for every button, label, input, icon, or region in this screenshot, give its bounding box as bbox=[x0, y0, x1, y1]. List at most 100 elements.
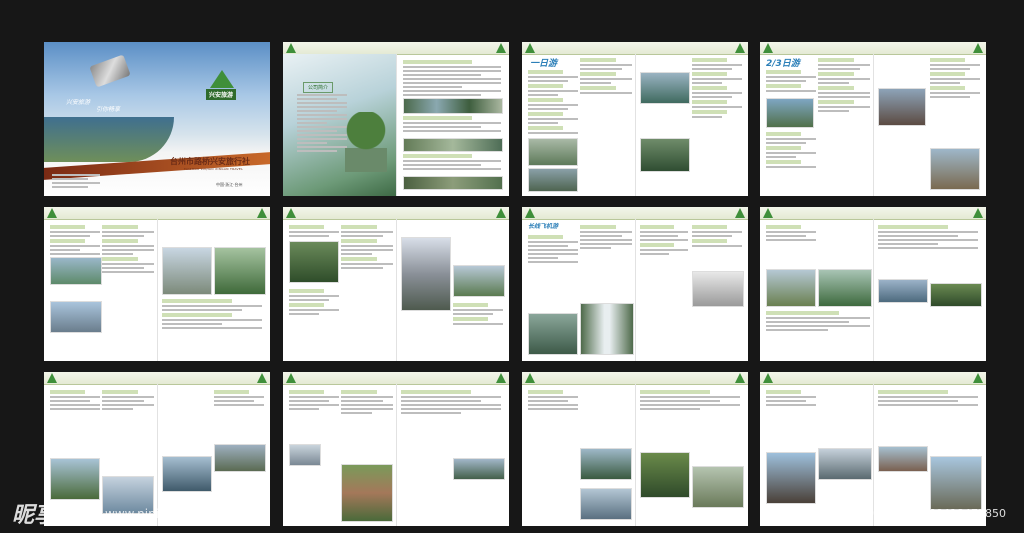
logo-icon bbox=[973, 373, 983, 383]
tour-list bbox=[341, 225, 393, 271]
tour-list bbox=[766, 70, 816, 94]
slogan-right: 引你畅享 bbox=[96, 106, 121, 113]
tour-list bbox=[766, 311, 870, 333]
logo-icon bbox=[525, 43, 535, 53]
company-name-en: TAIZHOU LUQIAO XINGAN TRAVEL bbox=[184, 167, 244, 171]
page-title: 长线飞机游 bbox=[528, 223, 559, 230]
tour-list bbox=[341, 390, 393, 416]
scenic-photo bbox=[50, 257, 102, 285]
forest-photo bbox=[341, 464, 393, 522]
tour-list bbox=[878, 390, 978, 408]
watermark-url: www.nipic.cn bbox=[105, 507, 184, 521]
page-fold bbox=[873, 54, 874, 196]
scenic-photo bbox=[289, 241, 339, 283]
scenic-photo bbox=[50, 458, 100, 500]
scenic-photo bbox=[528, 168, 578, 192]
page-fold bbox=[873, 384, 874, 526]
bridge-photo bbox=[580, 488, 632, 520]
logo-icon bbox=[735, 43, 745, 53]
logo-icon bbox=[525, 208, 535, 218]
long-route-spread: 长线飞机游 bbox=[522, 207, 748, 361]
tour-spread-12 bbox=[760, 372, 986, 526]
scenic-photo bbox=[930, 283, 982, 307]
one-day-spread: 一日游 bbox=[522, 42, 748, 196]
building-photo bbox=[692, 271, 744, 307]
tour-list bbox=[50, 390, 100, 412]
scenic-photo bbox=[640, 72, 690, 104]
tour-list bbox=[930, 58, 980, 100]
cover-back-text bbox=[52, 174, 112, 190]
tree-image bbox=[345, 112, 387, 172]
logo-icon bbox=[47, 373, 57, 383]
pagoda-photo bbox=[766, 452, 816, 504]
intro-article bbox=[403, 116, 501, 134]
watermark-brand: 昵享网 bbox=[12, 503, 79, 528]
scenic-photo bbox=[453, 265, 505, 297]
tour-list bbox=[692, 225, 742, 249]
scenic-photo bbox=[162, 247, 212, 295]
company-location: 中国·浙江·台州 bbox=[216, 182, 243, 187]
tour-list bbox=[289, 390, 339, 412]
logo-icon bbox=[735, 373, 745, 383]
tour-list bbox=[580, 58, 632, 96]
page-title: 2/3日游 bbox=[766, 59, 800, 69]
logo-icon bbox=[763, 373, 773, 383]
scenic-photo bbox=[878, 446, 928, 472]
mountain-photo bbox=[401, 237, 451, 311]
scenic-photo bbox=[528, 138, 578, 166]
intro-article bbox=[403, 60, 501, 98]
logo-icon bbox=[286, 208, 296, 218]
logo-icon bbox=[257, 208, 267, 218]
page-fold bbox=[157, 219, 158, 361]
tour-list bbox=[401, 390, 501, 416]
tour-list bbox=[102, 225, 154, 275]
tour-list bbox=[162, 299, 262, 331]
intro-heading: 公司简介 bbox=[303, 82, 334, 93]
page-fold bbox=[635, 54, 636, 196]
tour-list bbox=[766, 225, 816, 243]
scenic-photo bbox=[766, 98, 814, 128]
scenic-photo bbox=[580, 448, 632, 480]
page-fold bbox=[396, 219, 397, 361]
intro-spread: 公司简介 bbox=[283, 42, 509, 196]
page-fold bbox=[157, 384, 158, 526]
intro-article bbox=[403, 154, 501, 172]
logo-icon bbox=[735, 208, 745, 218]
scenic-photo bbox=[878, 279, 928, 303]
intro-text bbox=[297, 94, 347, 154]
page-fold bbox=[873, 219, 874, 361]
tour-spread-6 bbox=[283, 207, 509, 361]
tour-spread-5 bbox=[44, 207, 270, 361]
cover-spread: 兴安旅游 兴安旅游 引你畅享 台州市路桥兴安旅行社 TAIZHOU LUQIAO… bbox=[44, 42, 270, 196]
scenic-photo bbox=[289, 444, 321, 466]
logo-icon bbox=[763, 208, 773, 218]
tour-list bbox=[878, 225, 978, 251]
scenic-photo bbox=[930, 456, 982, 510]
scenic-photo bbox=[403, 176, 503, 190]
logo-icon bbox=[973, 208, 983, 218]
watermark-id: ID:4325737 NO:20100510100419473850 bbox=[777, 507, 1006, 520]
logo-icon bbox=[47, 208, 57, 218]
tour-spread-11 bbox=[522, 372, 748, 526]
two-three-day-spread: 2/3日游 bbox=[760, 42, 986, 196]
tour-spread-10 bbox=[283, 372, 509, 526]
brand-logo-text: 兴安旅游 bbox=[206, 89, 237, 100]
tour-list bbox=[289, 289, 339, 317]
scenic-photo bbox=[214, 247, 266, 295]
page-fold bbox=[396, 54, 397, 196]
scenic-photo bbox=[453, 458, 505, 480]
logo-icon bbox=[496, 208, 506, 218]
tour-list bbox=[528, 390, 578, 412]
scenic-photo bbox=[818, 448, 872, 480]
logo-icon bbox=[525, 373, 535, 383]
tour-list bbox=[214, 390, 264, 408]
scenic-photo bbox=[528, 313, 578, 355]
scenic-photo bbox=[403, 138, 503, 152]
logo-icon bbox=[286, 373, 296, 383]
logo-icon bbox=[496, 373, 506, 383]
scenic-photo bbox=[878, 88, 926, 126]
logo-icon bbox=[763, 43, 773, 53]
tour-list bbox=[766, 390, 816, 408]
tour-spread-8 bbox=[760, 207, 986, 361]
tour-list bbox=[766, 132, 816, 170]
